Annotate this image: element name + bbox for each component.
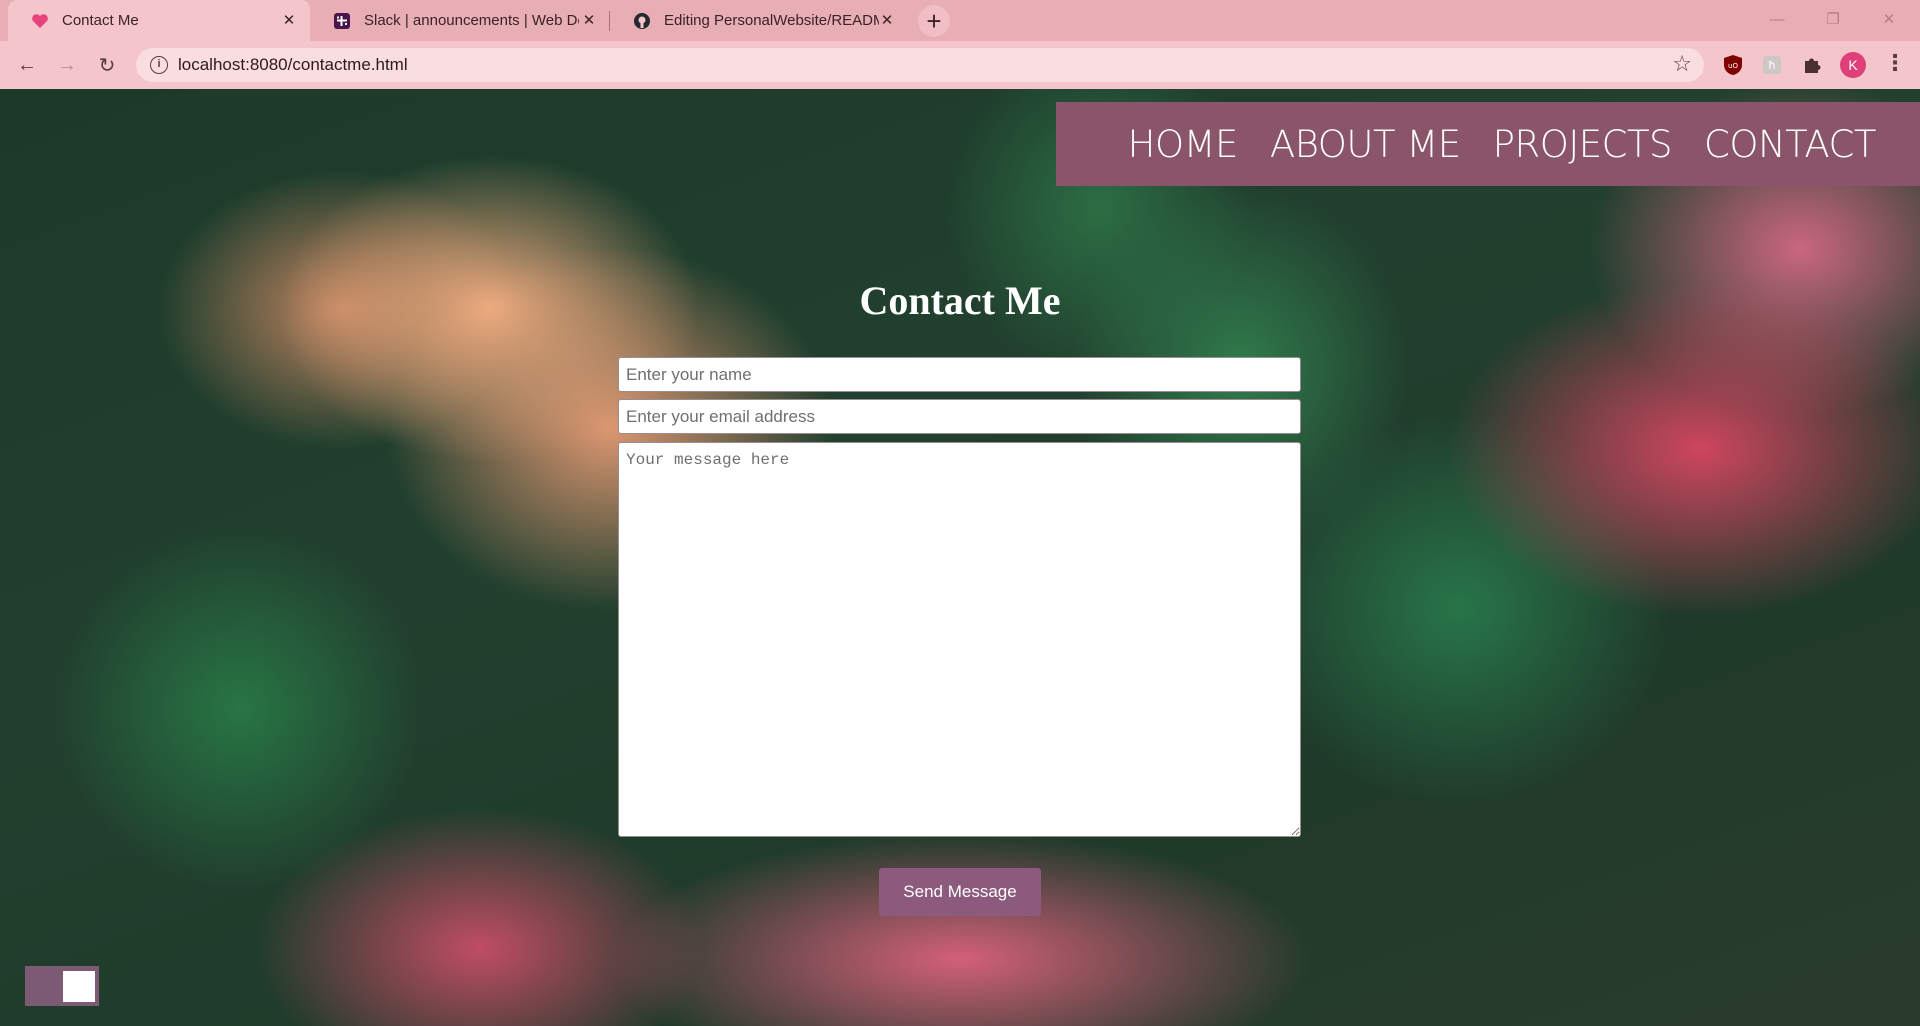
plus-icon: + <box>926 5 942 36</box>
svg-text:uO: uO <box>1728 62 1738 70</box>
url-text: localhost:8080/contactme.html <box>178 55 408 74</box>
nav-about-me[interactable]: ABOUT ME <box>1270 123 1461 166</box>
nav-contact[interactable]: CONTACT <box>1704 123 1876 166</box>
close-tab-icon[interactable]: ✕ <box>580 11 598 29</box>
close-window-icon[interactable]: ✕ <box>1866 0 1912 38</box>
menu-kebab-icon[interactable]: ⋮ <box>1884 50 1906 76</box>
close-tab-icon[interactable]: ✕ <box>878 11 896 29</box>
forward-arrow-icon[interactable]: → <box>50 48 84 82</box>
minimize-icon[interactable]: — <box>1754 0 1800 38</box>
bookmark-star-icon[interactable]: ☆ <box>1672 51 1692 77</box>
browser-toolbar: ← → ↻ i localhost:8080/contactme.html ☆ … <box>0 41 1920 89</box>
page-background: HOME ABOUT ME PROJECTS CONTACT Contact M… <box>0 89 1920 1026</box>
theme-toggle[interactable] <box>25 966 99 1006</box>
name-input[interactable] <box>618 357 1301 392</box>
github-icon <box>632 11 652 31</box>
extension-tile-icon[interactable]: ħ <box>1759 52 1785 78</box>
close-tab-icon[interactable]: ✕ <box>280 11 298 29</box>
tab-contact-me[interactable]: Contact Me ✕ <box>8 0 310 41</box>
tab-title: Editing PersonalWebsite/READM <box>664 12 879 29</box>
heart-icon <box>30 11 50 31</box>
send-message-button[interactable]: Send Message <box>879 868 1041 916</box>
puzzle-extensions-icon[interactable] <box>1799 52 1825 78</box>
profile-avatar[interactable]: K <box>1840 52 1866 78</box>
new-tab-button[interactable]: + <box>918 5 950 37</box>
restore-icon[interactable]: ❐ <box>1810 0 1856 38</box>
email-input[interactable] <box>618 399 1301 434</box>
tab-title: Contact Me <box>62 12 139 29</box>
nav-projects[interactable]: PROJECTS <box>1493 123 1673 166</box>
browser-tabstrip: Contact Me ✕ Slack | announcements | Web… <box>0 0 1920 41</box>
slack-icon <box>332 11 352 31</box>
site-nav: HOME ABOUT ME PROJECTS CONTACT <box>1056 102 1920 186</box>
ublock-icon[interactable]: uO <box>1720 52 1746 78</box>
tab-title: Slack | announcements | Web De <box>364 12 579 29</box>
reload-icon[interactable]: ↻ <box>90 48 124 82</box>
site-info-icon[interactable]: i <box>150 56 168 74</box>
svg-text:ħ: ħ <box>1768 59 1776 72</box>
nav-home[interactable]: HOME <box>1128 123 1239 166</box>
page-title: Contact Me <box>859 278 1061 323</box>
tab-slack[interactable]: Slack | announcements | Web De ✕ <box>310 0 610 41</box>
tab-github[interactable]: Editing PersonalWebsite/READM ✕ <box>610 0 908 41</box>
message-textarea[interactable] <box>618 442 1301 837</box>
address-bar[interactable]: i localhost:8080/contactme.html ☆ <box>136 48 1704 82</box>
back-arrow-icon[interactable]: ← <box>10 48 44 82</box>
toggle-knob <box>63 971 95 1002</box>
profile-initial: K <box>1848 57 1858 73</box>
